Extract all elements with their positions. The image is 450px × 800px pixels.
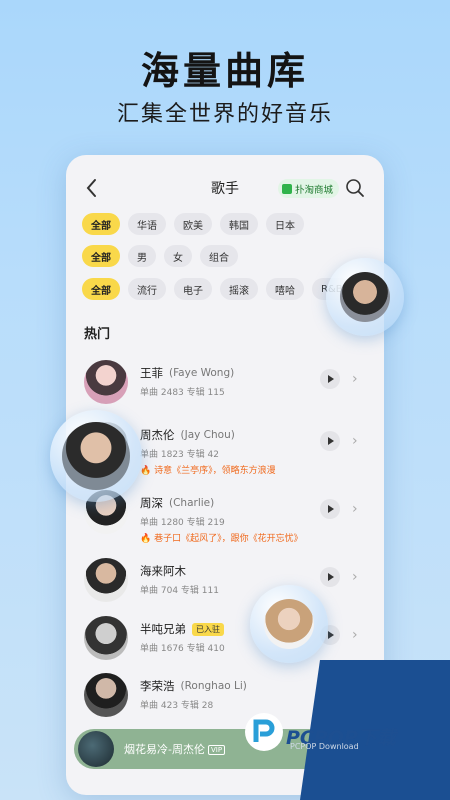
region-filter-row: 全部 华语 欧美 韩国 日本 <box>82 213 304 235</box>
artist-stats: 单曲 1280 专辑 219 <box>140 518 225 528</box>
artist-name: 半吨兄弟 <box>140 622 186 636</box>
chip-region-korea[interactable]: 韩国 <box>220 213 258 235</box>
chip-gender-female[interactable]: 女 <box>164 245 192 267</box>
search-icon[interactable] <box>344 177 366 199</box>
artist-hot-text: 🔥 诗意《兰亭序》，领略东方浪漫 <box>140 466 276 476</box>
chip-genre-electronic[interactable]: 电子 <box>174 278 212 300</box>
floating-avatar-bubble <box>250 585 328 663</box>
play-icon[interactable] <box>320 431 340 451</box>
section-title-hot: 热门 <box>84 327 111 342</box>
artist-name: 周深 <box>140 496 163 510</box>
avatar <box>340 272 390 322</box>
play-icon[interactable] <box>320 567 340 587</box>
play-icon[interactable] <box>320 369 340 389</box>
shop-label: 扑淘商城 <box>295 184 334 196</box>
chip-gender-group[interactable]: 组合 <box>200 245 238 267</box>
hot-text: 巷子口《起风了》，跟你《花开忘忧》 <box>154 534 303 544</box>
artist-stats: 单曲 1823 专辑 42 <box>140 450 219 460</box>
avatar <box>84 360 128 404</box>
floating-avatar-bubble <box>50 410 142 502</box>
chip-genre-hiphop[interactable]: 嘻哈 <box>266 278 304 300</box>
avatar <box>84 616 128 660</box>
vip-tag: VIP <box>207 745 226 755</box>
promo-headline: 海量曲库 <box>140 49 309 93</box>
settled-badge: 已入驻 <box>192 622 224 636</box>
artist-en-name: (Ronghao Li) <box>180 680 247 692</box>
now-playing-text: 烟花易冷-周杰伦 VIP <box>124 741 226 757</box>
chip-genre-all[interactable]: 全部 <box>82 278 120 300</box>
artist-en-name: (Faye Wong) <box>169 367 235 379</box>
artist-name: 王菲 <box>140 366 163 380</box>
album-cover <box>78 731 114 767</box>
chevron-right-icon: › <box>352 433 358 449</box>
watermark-logo-icon <box>245 713 283 751</box>
chevron-right-icon: › <box>352 371 358 387</box>
watermark-subtext: PCPOP Download <box>290 742 359 751</box>
chevron-right-icon: › <box>352 569 358 585</box>
play-icon[interactable] <box>320 499 340 519</box>
chip-genre-rock[interactable]: 摇滚 <box>220 278 258 300</box>
artist-name: 海来阿木 <box>140 564 186 578</box>
genre-filter-row: 全部 流行 电子 摇滚 嘻哈 R&B <box>82 278 352 300</box>
artist-name: 周杰伦 <box>140 428 175 442</box>
top-bar: 歌手 扑淘商城 <box>66 173 384 203</box>
artist-en-name: (Charlie) <box>169 497 215 509</box>
artist-name: 李荣浩 <box>140 679 175 693</box>
promo-subline: 汇集全世界的好音乐 <box>116 102 333 127</box>
chevron-right-icon: › <box>352 501 358 517</box>
chip-region-western[interactable]: 欧美 <box>174 213 212 235</box>
artist-row[interactable]: 王菲 (Faye Wong) 单曲 2483 专辑 115 › <box>66 355 384 411</box>
shop-bag-icon <box>282 183 292 194</box>
avatar <box>84 673 128 717</box>
chip-gender-male[interactable]: 男 <box>128 245 156 267</box>
chip-region-all[interactable]: 全部 <box>82 213 120 235</box>
artist-stats: 单曲 704 专辑 111 <box>140 586 219 596</box>
artist-hot-text: 🔥 巷子口《起风了》，跟你《花开忘忧》 <box>140 534 303 544</box>
artist-row[interactable]: 半吨兄弟 已入驻 单曲 1676 专辑 410 › <box>66 611 384 667</box>
gender-filter-row: 全部 男 女 组合 <box>82 245 238 267</box>
avatar <box>264 599 314 649</box>
chevron-right-icon: › <box>352 627 358 643</box>
artist-stats: 单曲 423 专辑 28 <box>140 701 214 711</box>
avatar <box>84 558 128 602</box>
chip-region-japan[interactable]: 日本 <box>266 213 304 235</box>
avatar <box>62 422 130 490</box>
artist-row[interactable]: 海来阿木 单曲 704 专辑 111 › <box>66 553 384 609</box>
now-playing-title: 烟花易冷-周杰伦 <box>124 743 205 756</box>
chip-genre-pop[interactable]: 流行 <box>128 278 166 300</box>
artist-stats: 单曲 1676 专辑 410 <box>140 644 225 654</box>
hot-text: 诗意《兰亭序》，领略东方浪漫 <box>154 466 276 476</box>
artist-en-name: (Jay Chou) <box>180 429 235 441</box>
chip-gender-all[interactable]: 全部 <box>82 245 120 267</box>
artist-stats: 单曲 2483 专辑 115 <box>140 388 225 398</box>
shop-button[interactable]: 扑淘商城 <box>278 179 340 198</box>
floating-avatar-bubble <box>326 258 404 336</box>
chip-region-chinese[interactable]: 华语 <box>128 213 166 235</box>
